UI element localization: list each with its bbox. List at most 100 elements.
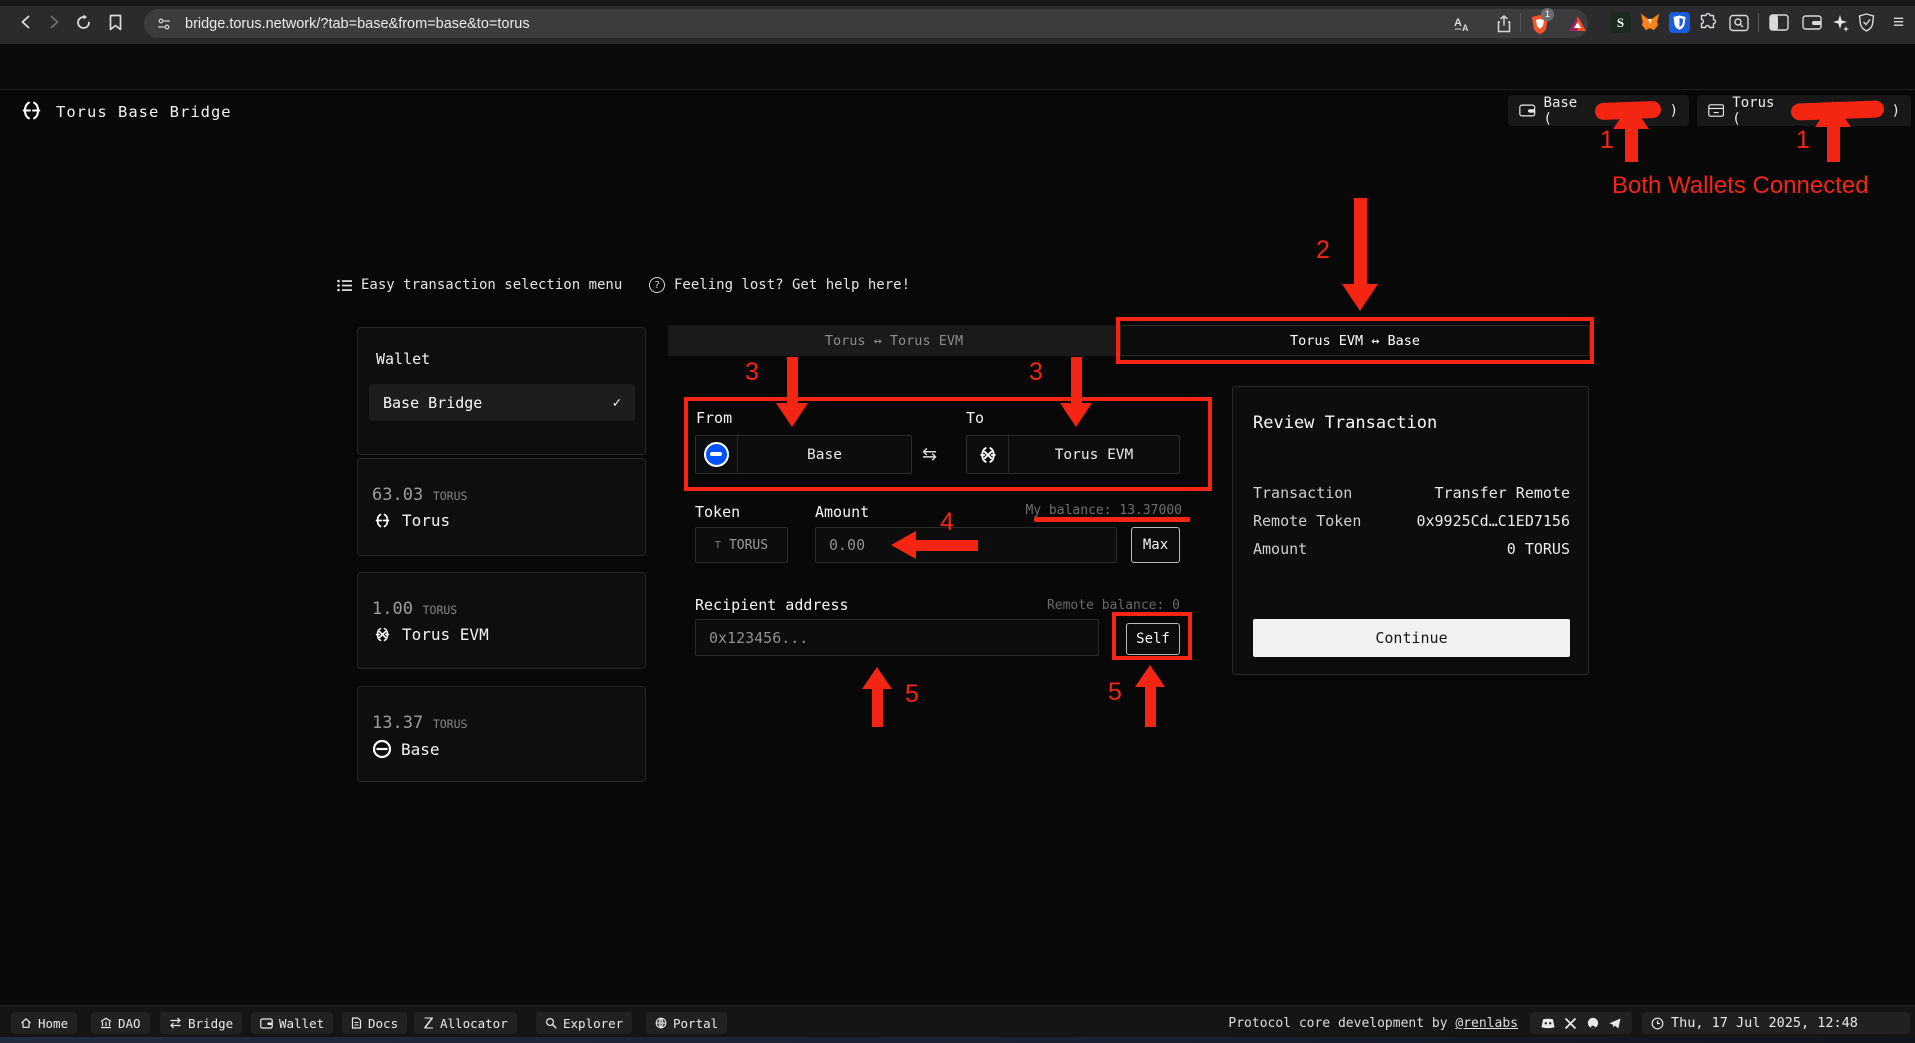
credit-text: Protocol core development by (1228, 1016, 1455, 1031)
swap-direction-icon[interactable]: ⇆ (922, 444, 937, 465)
tab-torus-evm-to-base[interactable]: Torus EVM ↔ Base (1120, 325, 1590, 356)
footer-portal-button[interactable]: Portal (646, 1012, 727, 1034)
wallet-option-base-bridge[interactable]: Base Bridge ✓ (369, 384, 635, 421)
tab-torus-to-torus-evm[interactable]: Torus ↔ Torus EVM (668, 325, 1120, 356)
bridge-icon (169, 1017, 182, 1029)
from-label: From (696, 409, 732, 427)
browser-menu-icon[interactable]: ≡ (1888, 12, 1909, 33)
balance-unit: TORUS (423, 603, 458, 617)
self-button[interactable]: Self (1126, 623, 1180, 655)
torus-evm-icon (372, 625, 393, 644)
share-icon[interactable] (1493, 13, 1515, 35)
annotation-step-1: 1 (1600, 126, 1614, 155)
balance-unit: TORUS (433, 489, 468, 503)
review-title: Review Transaction (1253, 413, 1437, 433)
screen: bridge.torus.network/?tab=base&from=base… (0, 0, 1915, 1043)
base-wallet-button[interactable]: Base ( ) (1508, 95, 1689, 126)
back-icon[interactable] (14, 10, 38, 34)
easy-transaction-menu-label: Easy transaction selection menu (361, 277, 622, 293)
x-icon[interactable] (1565, 1018, 1576, 1029)
footer-bridge-button[interactable]: Bridge (160, 1012, 242, 1034)
wallet-option-label: Base Bridge (383, 394, 482, 412)
app-header: Torus Base Bridge Base ( ) Torus ( ) (0, 44, 1915, 90)
discord-icon[interactable] (1541, 1018, 1555, 1029)
home-icon (20, 1017, 32, 1029)
search-tabs-icon[interactable] (1728, 12, 1749, 33)
footer-allocator-button[interactable]: Allocator (414, 1012, 517, 1034)
vpn-shield-icon[interactable] (1856, 12, 1877, 33)
annotation-arrow-up-1a-shaft (1625, 124, 1638, 162)
footer-wallet-button[interactable]: Wallet (251, 1012, 333, 1034)
bookmark-icon[interactable] (103, 10, 127, 34)
easy-transaction-menu-button[interactable]: Easy transaction selection menu (337, 277, 622, 293)
address-bar[interactable]: bridge.torus.network/?tab=base&from=base… (144, 9, 1588, 38)
annotation-step-2: 2 (1316, 236, 1330, 265)
brave-shield-icon[interactable]: 1 (1529, 13, 1551, 35)
footer-explorer-button[interactable]: Explorer (536, 1012, 632, 1034)
annotation-arrow-down-3a (776, 403, 808, 430)
annotation-step-3b: 3 (1029, 358, 1043, 387)
token-select[interactable]: T TORUS (695, 527, 788, 563)
footer-nav-label: DAO (118, 1016, 141, 1031)
annotation-arrow-up-5b-shaft (1145, 682, 1156, 727)
balance-card-base[interactable]: 13.37 TORUS Base (357, 686, 646, 782)
torus-wallet-button[interactable]: Torus ( ) (1697, 95, 1911, 126)
bitwarden-icon[interactable] (1669, 12, 1690, 33)
annotation-arrow-up-5a-shaft (872, 684, 883, 727)
window-bottom-edge (0, 1037, 1915, 1043)
footer-nav-label: Explorer (563, 1016, 623, 1031)
annotation-arrow-up-5a (862, 664, 892, 689)
tab-label: Torus EVM ↔ Base (1290, 333, 1420, 349)
telegram-icon[interactable] (1609, 1018, 1621, 1029)
extensions-puzzle-icon[interactable] (1698, 12, 1719, 33)
footer-docs-button[interactable]: Docs (342, 1012, 407, 1034)
url-text[interactable]: bridge.torus.network/?tab=base&from=base… (185, 16, 530, 32)
amount-label: Amount (815, 503, 869, 521)
sidebar-toggle-icon[interactable] (1768, 12, 1789, 33)
base-wallet-label: Base ( (1544, 95, 1588, 127)
wallet-toolbar-icon[interactable] (1801, 12, 1822, 33)
check-icon: ✓ (613, 395, 621, 411)
annotation-step-3a: 3 (745, 358, 759, 387)
recipient-label: Recipient address (695, 596, 849, 614)
balance-unit: TORUS (433, 717, 468, 731)
footer-home-button[interactable]: Home (11, 1012, 77, 1034)
amount-input[interactable] (815, 527, 1117, 563)
svg-text:A: A (1454, 17, 1462, 29)
renlabs-link[interactable]: @renlabs (1455, 1016, 1518, 1031)
review-row-remote-token: Remote Token0x9925Cd…C1ED7156 (1253, 512, 1570, 530)
leo-ai-sparkle-icon[interactable] (1830, 12, 1851, 33)
metamask-icon[interactable] (1639, 12, 1660, 33)
github-icon[interactable] (1587, 1017, 1599, 1029)
continue-button[interactable]: Continue (1253, 619, 1570, 657)
max-button[interactable]: Max (1131, 527, 1180, 563)
wallet-card-title: Wallet (376, 350, 430, 368)
toolbar-divider (1758, 13, 1759, 32)
docs-icon (351, 1017, 362, 1029)
translate-icon[interactable]: AA (1452, 13, 1474, 35)
reload-icon[interactable] (71, 10, 95, 34)
recipient-address-input[interactable] (695, 619, 1099, 656)
page-title: Torus Base Bridge (56, 103, 232, 121)
token-name: TORUS (729, 538, 768, 553)
footer-nav-label: Docs (368, 1016, 398, 1031)
footer-dao-button[interactable]: DAO (91, 1012, 150, 1034)
brave-rewards-icon[interactable] (1566, 13, 1588, 35)
site-settings-icon[interactable] (155, 15, 173, 33)
annotation-step-5b: 5 (1108, 678, 1122, 707)
toolbar-divider (1520, 13, 1521, 32)
list-menu-icon (337, 279, 352, 292)
portal-globe-icon (655, 1017, 667, 1029)
to-chain-select[interactable]: Torus EVM (966, 435, 1180, 474)
torus-logo-icon (18, 98, 45, 127)
review-row-transaction: TransactionTransfer Remote (1253, 484, 1570, 502)
footer-nav-label: Portal (673, 1016, 718, 1031)
extension-s-icon[interactable]: S (1610, 12, 1631, 33)
balance-card-torus[interactable]: 63.03 TORUS Torus (357, 458, 646, 556)
forward-icon[interactable] (42, 10, 66, 34)
from-chain-select[interactable]: Base (695, 435, 912, 474)
footer-social-links (1530, 1012, 1632, 1034)
balance-card-torus-evm[interactable]: 1.00 TORUS Torus EVM (357, 572, 646, 669)
help-label: Feeling lost? Get help here! (674, 277, 910, 293)
help-button[interactable]: ? Feeling lost? Get help here! (649, 277, 910, 293)
